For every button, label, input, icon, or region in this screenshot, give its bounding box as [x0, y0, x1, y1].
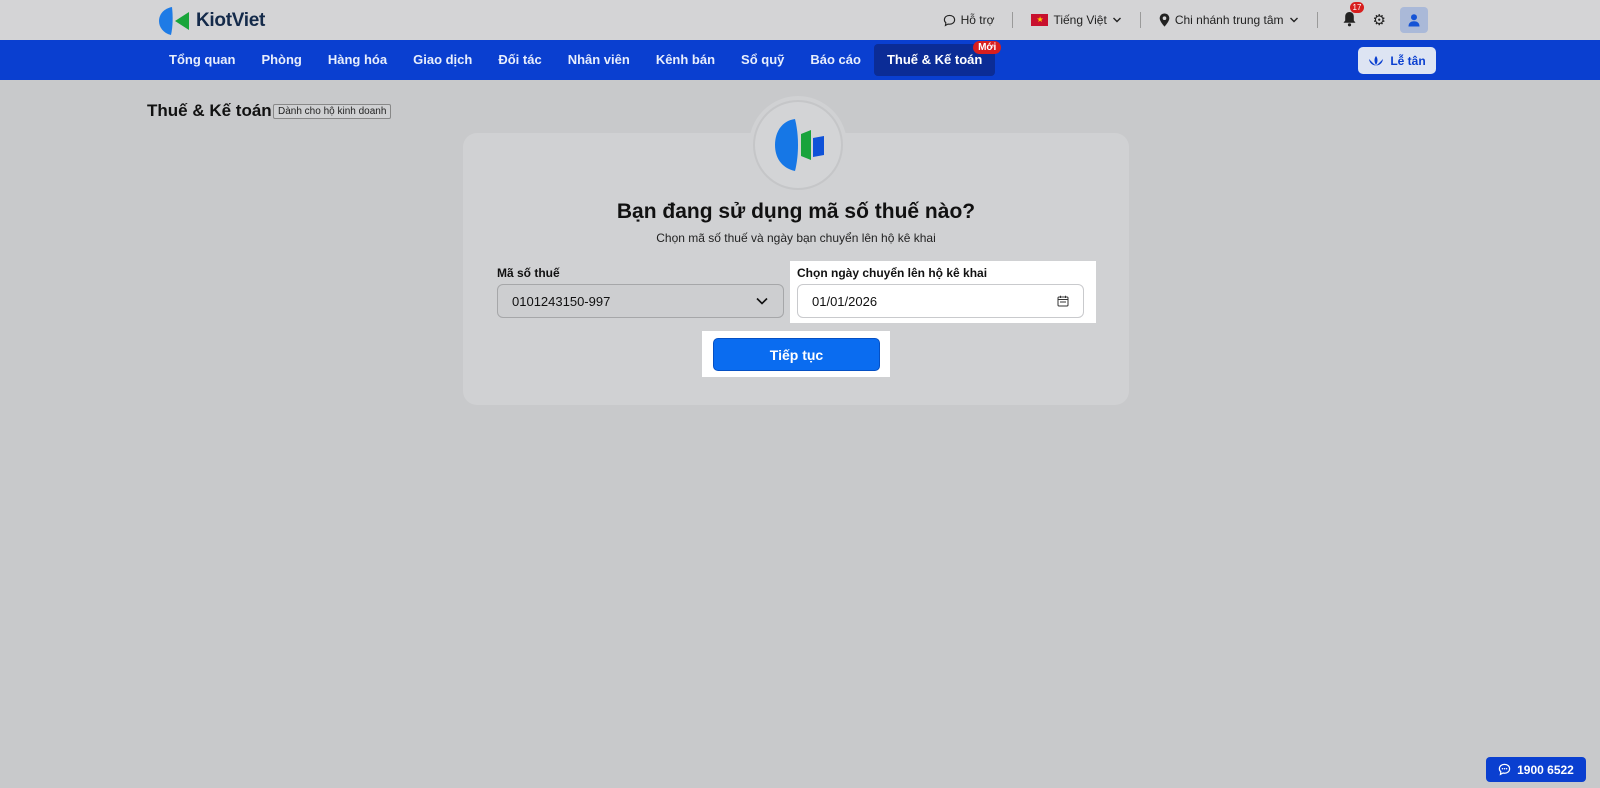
language-label: Tiếng Việt [1053, 13, 1107, 27]
nav-item-products[interactable]: Hàng hóa [315, 44, 400, 76]
form-subheading: Chọn mã số thuế và ngày bạn chuyển lên h… [656, 231, 936, 245]
nav-item-partners[interactable]: Đối tác [485, 44, 554, 76]
chat-icon [1498, 763, 1511, 776]
nav-item-label: Thuế & Kế toán [886, 52, 983, 67]
hotline-number: 1900 6522 [1517, 762, 1574, 777]
lotus-icon [1369, 55, 1384, 65]
nav-item-cashbook[interactable]: Sổ quỹ [728, 44, 797, 76]
language-selector[interactable]: Tiếng Việt [1031, 13, 1121, 27]
support-link[interactable]: Hỗ trợ [943, 13, 995, 27]
reception-label: Lễ tân [1390, 53, 1426, 68]
nav-item-overview[interactable]: Tổng quan [156, 44, 248, 76]
divider [1139, 12, 1141, 28]
new-badge: Mới [973, 41, 1002, 54]
top-bar: KiotViet Hỗ trợ Tiếng Việt Chi nhánh tru… [0, 0, 1600, 40]
user-avatar[interactable] [1400, 7, 1428, 33]
nav-item-rooms[interactable]: Phòng [248, 44, 314, 76]
nav-item-transactions[interactable]: Giao dịch [400, 44, 485, 76]
chevron-down-icon [1289, 17, 1298, 23]
divider [1316, 12, 1318, 28]
brand-logo[interactable]: KiotViet [158, 6, 265, 36]
branch-selector[interactable]: Chi nhánh trung tâm [1159, 13, 1299, 27]
gear-icon: ⚙ [1372, 12, 1386, 29]
nav-item-employees[interactable]: Nhân viên [555, 44, 643, 76]
kiotviet-logo-icon [159, 7, 189, 35]
tax-accounting-logo-icon [775, 119, 824, 171]
reception-button[interactable]: Lễ tân [1358, 47, 1436, 74]
settings-button[interactable]: ⚙ [1373, 11, 1386, 29]
transition-date-value: 01/01/2026 [812, 293, 878, 309]
transition-date-input[interactable]: 01/01/2026 [797, 284, 1084, 318]
bell-icon [1343, 11, 1356, 26]
vietnam-flag-icon [1031, 14, 1049, 26]
form-heading: Bạn đang sử dụng mã số thuế nào? [616, 200, 976, 223]
notification-count-badge: 17 [1349, 1, 1365, 13]
business-type-badge: Dành cho hộ kinh doanh [273, 104, 392, 119]
tax-code-label: Mã số thuế [497, 266, 560, 280]
notification-button[interactable]: 17 [1342, 1, 1365, 30]
chevron-down-icon [1112, 17, 1121, 23]
chevron-down-icon [756, 297, 768, 305]
calendar-icon[interactable] [1057, 295, 1069, 307]
support-label: Hỗ trợ [960, 13, 995, 27]
user-icon [1408, 14, 1420, 27]
branch-label: Chi nhánh trung tâm [1174, 13, 1284, 27]
location-pin-icon [1159, 13, 1170, 27]
continue-button[interactable]: Tiếp tục [713, 338, 880, 371]
tax-code-select[interactable]: 0101243150-997 [497, 284, 784, 318]
chat-bubble-icon [943, 14, 955, 26]
brand-name: KiotViet [196, 10, 266, 31]
nav-item-reports[interactable]: Báo cáo [797, 44, 874, 76]
transition-date-label: Chọn ngày chuyển lên hộ kê khai [797, 266, 988, 280]
card-logo [749, 96, 847, 194]
page-title: Thuế & Kế toán [147, 101, 272, 120]
nav-item-sales-channels[interactable]: Kênh bán [643, 44, 728, 76]
hotline-button[interactable]: 1900 6522 [1486, 757, 1586, 782]
tax-code-value: 0101243150-997 [512, 293, 611, 309]
divider [1012, 12, 1014, 28]
nav-item-tax-accounting[interactable]: Thuế & Kế toán Mới [873, 41, 1002, 76]
